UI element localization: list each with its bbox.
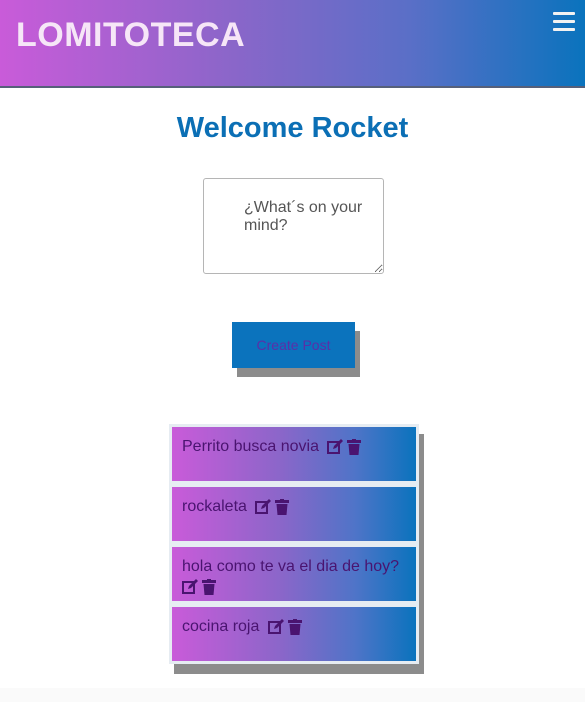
post-title: Perrito busca novia xyxy=(182,438,319,455)
page-title: Welcome Rocket xyxy=(176,112,409,144)
post-item: Perrito busca novia xyxy=(172,427,416,481)
post-title: cocina roja xyxy=(182,618,260,635)
post-title: rockaleta xyxy=(182,498,247,515)
brand-title[interactable]: LOMITOTECA xyxy=(16,16,245,55)
create-post-button[interactable]: Create Post xyxy=(232,322,355,368)
post-input[interactable] xyxy=(203,178,384,274)
post-item: hola como te va el dia de hoy? xyxy=(172,547,416,601)
trash-icon[interactable] xyxy=(274,498,290,515)
menu-icon[interactable] xyxy=(553,12,575,32)
trash-icon[interactable] xyxy=(346,438,362,455)
trash-icon[interactable] xyxy=(201,578,217,595)
app-header: LOMITOTECA xyxy=(0,0,585,88)
post-item: rockaleta xyxy=(172,487,416,541)
post-item: cocina roja xyxy=(172,607,416,661)
edit-icon[interactable] xyxy=(182,578,198,595)
edit-icon[interactable] xyxy=(255,498,272,515)
footer-band xyxy=(0,688,585,702)
posts-list: Perrito busca novia rockaleta hola como … xyxy=(169,424,419,664)
edit-icon[interactable] xyxy=(327,438,344,455)
post-title: hola como te va el dia de hoy? xyxy=(182,558,400,575)
edit-icon[interactable] xyxy=(267,618,284,635)
trash-icon[interactable] xyxy=(287,618,303,635)
